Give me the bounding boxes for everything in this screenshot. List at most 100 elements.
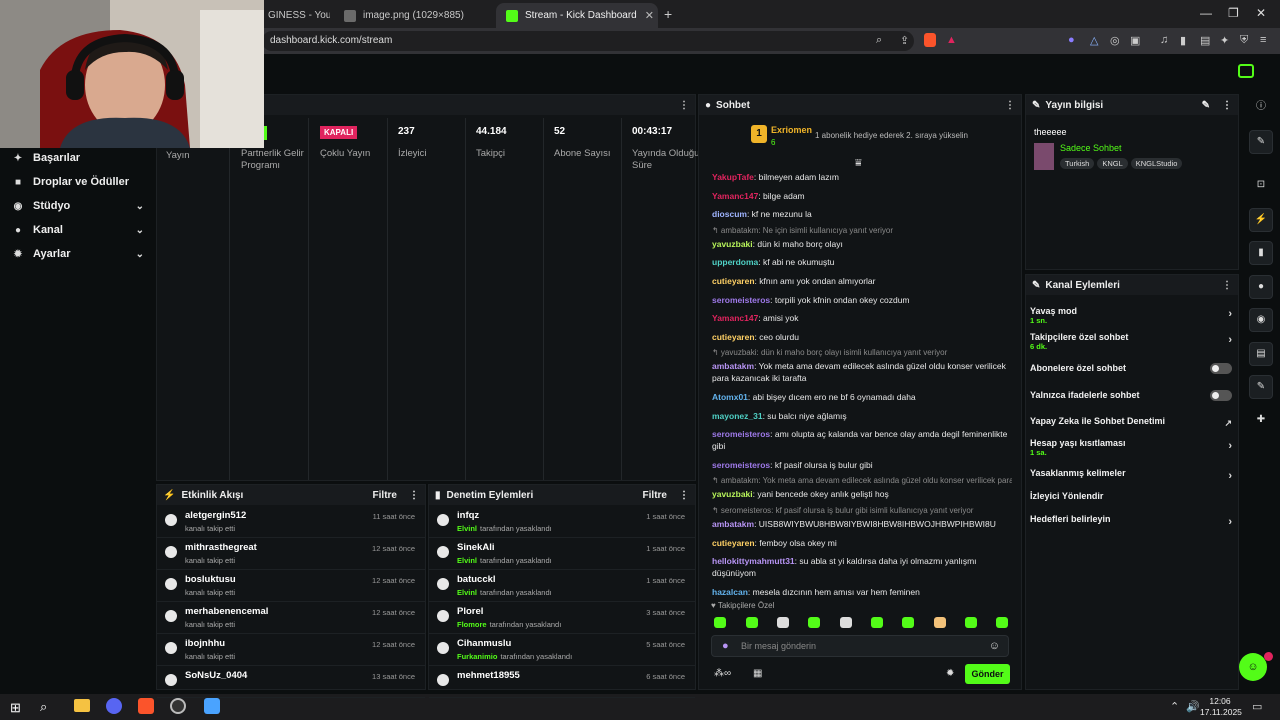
brave-browser-icon[interactable] (138, 698, 154, 714)
chat-message[interactable]: seromeisteros: kf pasif olursa iş bulur … (712, 459, 1012, 471)
activity-item[interactable]: aletgergin512 kanalı takip etti 11 saat ön… (157, 506, 425, 538)
search-icon[interactable]: ⌕ (876, 34, 882, 47)
channel-action-row[interactable]: Yavaş mod 1 sn. › (1030, 306, 1232, 325)
sidebar-item-drops[interactable]: ■ Droplar ve Ödüller (12, 176, 144, 188)
chat-username[interactable]: cutieyaren (712, 538, 755, 548)
chat-settings-icon[interactable]: ✹ (946, 668, 954, 679)
emote-icon[interactable] (777, 617, 789, 628)
activity-user[interactable]: merhabenencemal (185, 606, 268, 617)
chat-message[interactable]: hellokittymahmutt31: su abla st yi kaldı… (712, 555, 1012, 579)
extension-icon[interactable]: ◎ (1110, 34, 1120, 47)
more-options-icon[interactable]: ⋮ (1222, 280, 1232, 291)
shield-icon[interactable]: ⛨ (1240, 34, 1248, 47)
chat-username[interactable]: upperdoma (712, 257, 758, 267)
emote-icon[interactable] (965, 617, 977, 628)
emote-icon[interactable] (871, 617, 883, 628)
maximize-button[interactable]: ❐ (1228, 6, 1239, 20)
chat-message[interactable]: cutieyaren: kfnın amı yok ondan almıyorl… (712, 275, 1012, 287)
more-options-icon[interactable]: ⋮ (679, 490, 689, 501)
moderation-filter-button[interactable]: Filtre (643, 490, 667, 501)
chat-bubble-icon[interactable]: ● (1249, 275, 1273, 299)
more-options-icon[interactable]: ⋮ (409, 490, 419, 501)
emote-icon[interactable] (714, 617, 726, 628)
broadcast-icon[interactable]: ◉ (1249, 308, 1273, 332)
chat-username[interactable]: cutieyaren (712, 276, 755, 286)
chat-username[interactable]: dioscum (712, 209, 747, 219)
activity-user[interactable]: aletgergin512 (185, 510, 246, 521)
moderator-name[interactable]: Furkanimio (457, 652, 497, 661)
brave-rewards-icon[interactable]: ▲ (946, 34, 957, 46)
support-chat-button[interactable]: ☺ (1239, 653, 1267, 681)
share-icon[interactable]: ⇪ (900, 34, 909, 47)
chat-username[interactable]: ambatakm (712, 361, 754, 371)
chat-message[interactable]: seromeisteros: amı olupta aç kalanda var… (712, 428, 1012, 452)
store-icon[interactable]: ▦ (753, 668, 762, 679)
tab-youtube[interactable]: GINESS - YouTube (258, 3, 330, 28)
leo-ai-icon[interactable]: ✦ (1220, 34, 1229, 47)
chevron-up-icon[interactable]: ⌃ (1170, 700, 1179, 713)
chat-message[interactable]: ambatakm: Yok meta ama devam edilecek as… (712, 360, 1012, 384)
wallet-icon[interactable]: ▤ (1200, 34, 1210, 47)
chat-username[interactable]: hazalcan (712, 587, 748, 597)
more-options-icon[interactable]: ⋮ (1005, 100, 1015, 111)
volume-icon[interactable]: 🔊 (1186, 700, 1200, 713)
lightning-icon[interactable]: ⚡ (1249, 208, 1273, 232)
chat-username[interactable]: mayonez_31 (712, 411, 763, 421)
chat-username[interactable]: seromeisteros (712, 295, 770, 305)
chat-username[interactable]: Yamanc147 (712, 191, 758, 201)
moderation-item[interactable]: mehmet18955 6 saat önce (429, 666, 695, 698)
moderator-name[interactable]: Elvinl (457, 588, 477, 597)
windows-start-icon[interactable]: ⊞ (10, 700, 21, 716)
channel-action-row[interactable]: Hedefleri belirleyin › (1030, 514, 1232, 528)
emote-icon[interactable] (808, 617, 820, 628)
chat-message[interactable]: mayonez_31: su balcı niye ağlamış (712, 410, 1012, 422)
chat-message[interactable]: yavuzbaki: dün ki maho borç olayı (712, 238, 1012, 250)
channel-action-row[interactable]: Yalnızca ifadelerle sohbet (1030, 390, 1232, 401)
close-tab-icon[interactable]: ✕ (637, 9, 654, 22)
server-icon[interactable]: ▤ (1249, 342, 1273, 366)
sidebar-item-channel[interactable]: ● Kanal ⌄ (12, 224, 144, 236)
external-link-icon[interactable]: ↗ (1224, 418, 1232, 429)
chat-username[interactable]: Atomx01 (712, 392, 748, 402)
add-widget-icon[interactable]: ✚ (1249, 409, 1273, 433)
moderation-item[interactable]: Plorel Flomore tarafından yasaklandı 3 saat… (429, 602, 695, 634)
camera-icon[interactable]: ⊡ (1249, 174, 1273, 198)
banned-user[interactable]: mehmet18955 (457, 670, 520, 681)
toggle-switch[interactable] (1210, 390, 1232, 401)
chat-message[interactable]: Yamanc147: amisi yok (712, 312, 1012, 324)
chat-message[interactable]: YakupTafe: bilmeyen adam lazım (712, 171, 1012, 183)
activity-user[interactable]: SoNsUz_0404 (185, 670, 247, 681)
tab-kick-dashboard[interactable]: Stream - Kick Dashboard ✕ (496, 3, 658, 28)
chat-input[interactable]: ● Bir mesaj gönderin ☺ (711, 635, 1009, 657)
banned-user[interactable]: infqz (457, 510, 479, 521)
emote-icon[interactable] (840, 617, 852, 628)
channel-action-row[interactable]: Yasaklanmış kelimeler › (1030, 468, 1232, 482)
more-options-icon[interactable]: ⋮ (1222, 100, 1232, 111)
emote-icon[interactable] (746, 617, 758, 628)
gift-leader-name[interactable]: Exriomen (771, 125, 812, 135)
moderator-name[interactable]: Flomore (457, 620, 487, 629)
chat-username[interactable]: yavuzbaki (712, 489, 753, 499)
activity-item[interactable]: bosluktusu kanalı takip etti 12 saat önce (157, 570, 425, 602)
chat-message[interactable]: Atomx01: abi bişey dıcem ero ne bf 6 oyn… (712, 391, 1012, 403)
sidebar-item-studio[interactable]: ◉ Stüdyo ⌄ (12, 200, 144, 212)
activity-user[interactable]: ibojnhhu (185, 638, 225, 649)
channel-action-row[interactable]: Yapay Zeka ile Sohbet Denetimi ↗ (1030, 416, 1232, 429)
screenshot-icon[interactable]: ▣ (1130, 34, 1140, 47)
channel-action-row[interactable]: Hesap yaşı kısıtlaması 1 sa. › (1030, 438, 1232, 457)
chat-message[interactable]: hazalcan: mesela dızcının hem amısı var … (712, 586, 1012, 598)
channel-action-row[interactable]: Abonelere özel sohbet (1030, 363, 1232, 374)
banned-user[interactable]: Plorel (457, 606, 483, 617)
kick-studio-icon[interactable] (1238, 64, 1254, 78)
obs-icon[interactable] (170, 698, 186, 714)
menu-icon[interactable]: ≡ (1260, 34, 1266, 46)
close-window-button[interactable]: ✕ (1256, 6, 1266, 20)
channel-action-row[interactable]: Takipçilere özel sohbet 6 dk. › (1030, 332, 1232, 351)
app-icon[interactable] (204, 698, 220, 714)
banned-user[interactable]: SinekAli (457, 542, 495, 553)
search-icon[interactable]: ⌕ (40, 699, 47, 715)
extension-icon[interactable]: ● (1068, 34, 1075, 46)
stream-category[interactable]: Sadece Sohbet (1060, 143, 1122, 153)
chat-username[interactable]: ambatakm (712, 519, 754, 529)
chat-message[interactable]: upperdoma: kf abi ne okumuştu (712, 256, 1012, 268)
